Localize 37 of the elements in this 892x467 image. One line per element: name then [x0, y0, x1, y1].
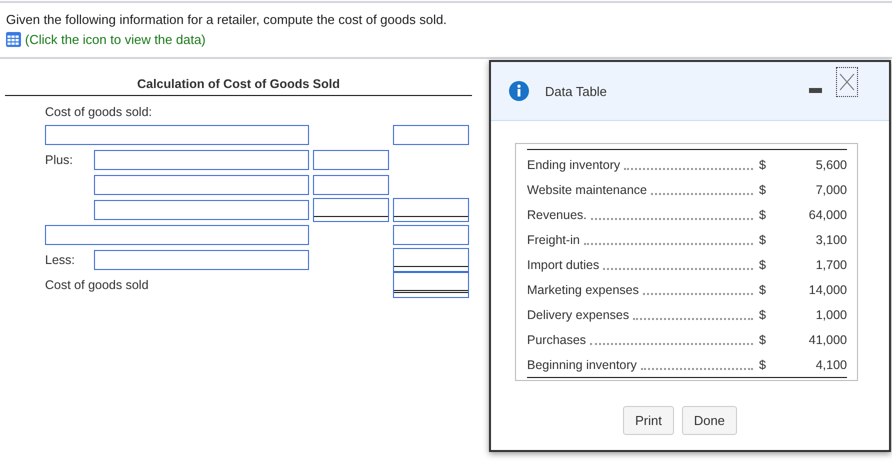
- item-name: Beginning inventory: [527, 358, 637, 372]
- item-name: Revenues.: [527, 208, 587, 222]
- item-name: Delivery expenses: [527, 308, 630, 322]
- item-name: Website maintenance: [527, 182, 647, 196]
- item-name: Freight-in: [527, 232, 580, 246]
- currency-sign: $: [759, 232, 767, 246]
- item-amount: 1,700: [814, 258, 847, 272]
- section-label: Cost of goods sold:: [45, 105, 152, 119]
- item-amount: 1,000: [814, 308, 847, 322]
- item-name: Ending inventory: [527, 158, 620, 172]
- row-label: Less:: [45, 253, 76, 267]
- currency-sign: $: [759, 182, 767, 196]
- row-label: Plus:: [45, 153, 74, 167]
- item-amount: 5,600: [814, 158, 847, 172]
- row-label: Cost of goods sold: [45, 278, 149, 292]
- item-amount: 41,000: [808, 332, 847, 346]
- currency-sign: $: [759, 158, 767, 172]
- item-amount: 64,000: [808, 208, 847, 222]
- currency-sign: $: [759, 308, 767, 322]
- currency-sign: $: [759, 258, 767, 272]
- dialog-title: Data Table: [545, 84, 607, 98]
- item-amount: 7,000: [814, 182, 847, 196]
- item-name: Import duties: [527, 258, 600, 272]
- item-amount: 14,000: [808, 282, 847, 296]
- dialog-button[interactable]: Print: [623, 406, 674, 435]
- dialog-button[interactable]: Done: [682, 406, 737, 435]
- currency-sign: $: [759, 282, 767, 296]
- item-amount: 4,100: [814, 358, 847, 372]
- item-name: Marketing expenses: [527, 282, 639, 296]
- currency-sign: $: [759, 208, 767, 222]
- currency-sign: $: [759, 332, 767, 346]
- data-link[interactable]: (Click the icon to view the data): [6, 32, 206, 47]
- item-name: Purchases: [527, 332, 586, 346]
- item-amount: 3,100: [814, 232, 847, 246]
- worksheet-title: Calculation of Cost of Goods Sold: [5, 77, 472, 96]
- question-text: Given the following information for a retailer, compute the cost of goods sold.: [6, 12, 448, 27]
- currency-sign: $: [759, 358, 767, 372]
